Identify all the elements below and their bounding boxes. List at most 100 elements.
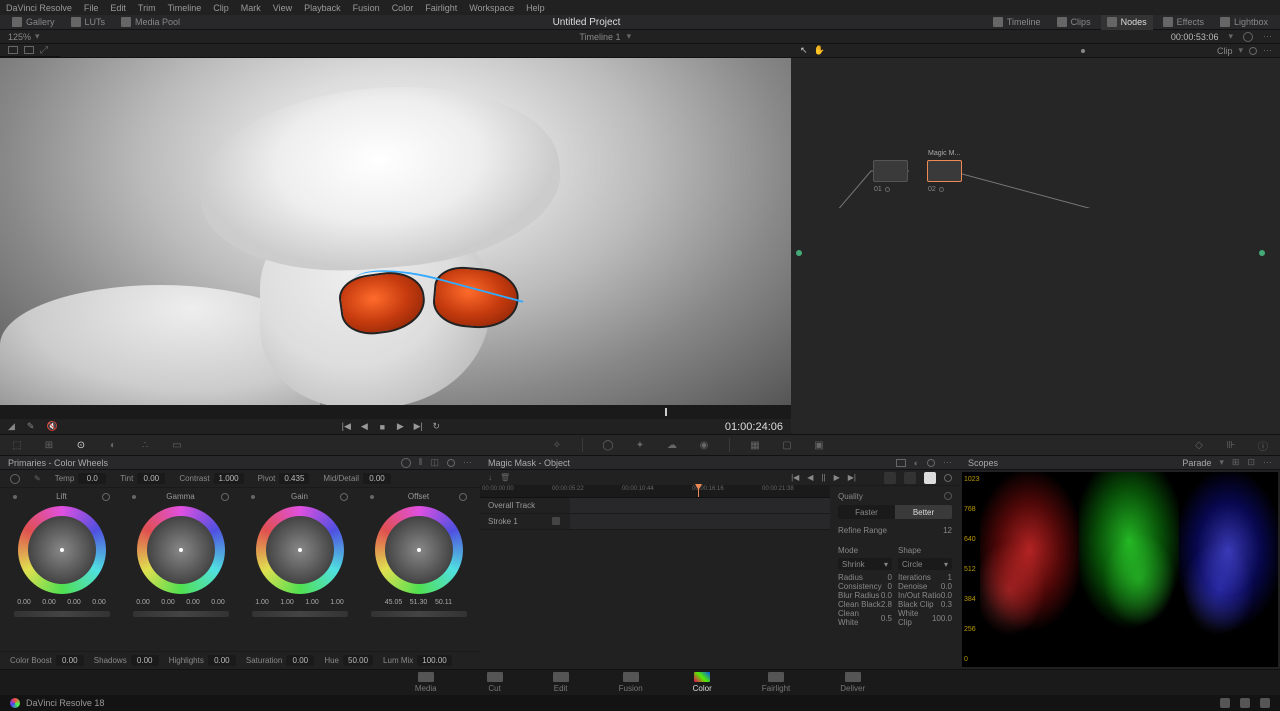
menu-clip[interactable]: Clip: [213, 3, 229, 13]
mm-track-rev-all-icon[interactable]: |◀: [791, 473, 799, 482]
wheel-gamma-control[interactable]: [137, 506, 225, 594]
node-reset-icon[interactable]: [1249, 47, 1257, 55]
lightbox-tab[interactable]: Lightbox: [1214, 15, 1274, 30]
menu-help[interactable]: Help: [526, 3, 545, 13]
motion-icon[interactable]: ▭: [170, 438, 184, 452]
expand-icon[interactable]: ⤢: [40, 45, 48, 56]
mm-overlay-icon[interactable]: [924, 472, 936, 484]
mm-blurradius-value[interactable]: 0.0: [881, 591, 892, 600]
bypass-icon[interactable]: [1243, 32, 1253, 42]
primaries-menu-icon[interactable]: ⋯: [463, 457, 472, 468]
hdr-icon[interactable]: ◐: [106, 438, 120, 452]
hand-icon[interactable]: ✋: [814, 45, 825, 56]
clip-mode-label[interactable]: Clip: [1217, 46, 1233, 56]
luts-tab[interactable]: LUTs: [65, 15, 112, 30]
scopes-layout-icon[interactable]: ⊞: [1232, 457, 1240, 468]
wheel-gain-control[interactable]: [256, 506, 344, 594]
mm-track-rev-icon[interactable]: ◀: [807, 473, 813, 482]
mm-invert-icon[interactable]: ◐: [914, 458, 919, 468]
mm-add-icon[interactable]: ↓: [488, 473, 492, 482]
page-deliver[interactable]: Deliver: [840, 672, 865, 693]
mm-track-0[interactable]: Overall Track: [480, 498, 830, 514]
node-01[interactable]: 01: [873, 160, 908, 182]
mm-reset-icon[interactable]: [927, 459, 935, 467]
next-frame-icon[interactable]: ▶|: [413, 422, 423, 432]
menu-file[interactable]: File: [84, 3, 99, 13]
curves-icon[interactable]: ⬚: [10, 438, 24, 452]
mm-iterations-value[interactable]: 1: [948, 573, 952, 582]
adj-temp[interactable]: Temp0.0: [55, 473, 107, 484]
adj-hue[interactable]: Hue50.00: [324, 655, 373, 666]
scopes-expand-icon[interactable]: ⊡: [1247, 457, 1255, 468]
mm-playhead[interactable]: [698, 486, 699, 497]
wheel-gain-reset-icon[interactable]: [340, 493, 348, 501]
project-settings-icon[interactable]: [1240, 698, 1250, 708]
node-menu-icon[interactable]: ⋯: [1263, 45, 1272, 56]
preferences-icon[interactable]: [1260, 698, 1270, 708]
pointer-icon[interactable]: ↖: [800, 45, 808, 56]
wheel-gamma-jog[interactable]: [133, 611, 229, 617]
menu-edit[interactable]: Edit: [110, 3, 126, 13]
first-frame-icon[interactable]: |◀: [341, 422, 351, 432]
adj-colorboost[interactable]: Color Boost0.00: [10, 655, 84, 666]
bars-mode-icon[interactable]: ⦀: [419, 457, 423, 468]
loop-icon[interactable]: ↻: [431, 422, 441, 432]
wheel-gain-jog[interactable]: [252, 611, 348, 617]
viewer-scrubber[interactable]: [0, 405, 791, 419]
3d-icon[interactable]: ▣: [812, 438, 826, 452]
timeline-name[interactable]: Timeline 1: [579, 32, 620, 42]
qualifier-icon[interactable]: ✧: [550, 438, 564, 452]
wheel-gamma-reset-icon[interactable]: [221, 493, 229, 501]
wheel-lift-jog[interactable]: [14, 611, 110, 617]
wheel-lift-control[interactable]: [18, 506, 106, 594]
page-color[interactable]: Color: [693, 672, 712, 693]
mm-toggle-icon[interactable]: [944, 474, 952, 482]
page-media[interactable]: Media: [415, 672, 437, 693]
scopes-menu-icon[interactable]: ⋯: [1263, 457, 1272, 468]
effects-tab[interactable]: Effects: [1157, 15, 1210, 30]
scopes-toggle-icon[interactable]: ⊪: [1224, 438, 1238, 452]
node-02[interactable]: Magic M... 02: [927, 160, 962, 182]
adj-lummix[interactable]: Lum Mix100.00: [383, 655, 452, 666]
viewer-image[interactable]: [0, 58, 791, 405]
prev-frame-icon[interactable]: ◀: [359, 422, 369, 432]
wheel-gamma-picker-icon[interactable]: [132, 495, 136, 499]
tracker-icon[interactable]: ✦: [633, 438, 647, 452]
adj-contrast[interactable]: Contrast1.000: [179, 473, 243, 484]
mm-quality-reset-icon[interactable]: [944, 492, 952, 500]
log-mode-icon[interactable]: ◫: [430, 457, 439, 468]
media-pool-tab[interactable]: Media Pool: [115, 15, 186, 30]
mm-trash-icon[interactable]: 🗑: [500, 473, 510, 482]
menu-workspace[interactable]: Workspace: [469, 3, 514, 13]
mm-inoutratio-value[interactable]: 0.0: [941, 591, 952, 600]
wheel-offset-control[interactable]: [375, 506, 463, 594]
mm-cleanblack-value[interactable]: 2.8: [881, 600, 892, 609]
node-output-dot[interactable]: [1259, 250, 1265, 256]
timeline-tab[interactable]: Timeline: [987, 15, 1047, 30]
menu-fusion[interactable]: Fusion: [353, 3, 380, 13]
zoom-level[interactable]: 125%: [8, 32, 31, 42]
gallery-tab[interactable]: Gallery: [6, 15, 61, 30]
mm-quality-segment[interactable]: Faster Better: [838, 505, 952, 519]
blur-icon[interactable]: ◉: [697, 438, 711, 452]
primaries-icon[interactable]: ⊙: [74, 438, 88, 452]
mm-mode-select[interactable]: Shrink▾: [838, 558, 892, 570]
menu-playback[interactable]: Playback: [304, 3, 341, 13]
keyframe-icon[interactable]: ◇: [1192, 438, 1206, 452]
menu-view[interactable]: View: [273, 3, 292, 13]
mm-track-1[interactable]: Stroke 1: [480, 514, 830, 530]
wheel-lift-reset-icon[interactable]: [102, 493, 110, 501]
scopes-mode[interactable]: Parade: [1182, 458, 1211, 468]
wheel-offset-jog[interactable]: [371, 611, 467, 617]
menu-timeline[interactable]: Timeline: [168, 3, 202, 13]
mm-shape-select[interactable]: Circle▾: [898, 558, 952, 570]
menu-fairlight[interactable]: Fairlight: [425, 3, 457, 13]
sizing-icon[interactable]: ▢: [780, 438, 794, 452]
adj-shadows[interactable]: Shadows0.00: [94, 655, 159, 666]
mm-track-fwd-icon[interactable]: ▶: [834, 473, 840, 482]
window-icon[interactable]: ◯: [601, 438, 615, 452]
home-icon[interactable]: [1220, 698, 1230, 708]
page-cut[interactable]: Cut: [487, 672, 503, 693]
mm-menu-icon[interactable]: ⋯: [943, 457, 952, 468]
pick-white-icon[interactable]: ✎: [34, 474, 41, 483]
